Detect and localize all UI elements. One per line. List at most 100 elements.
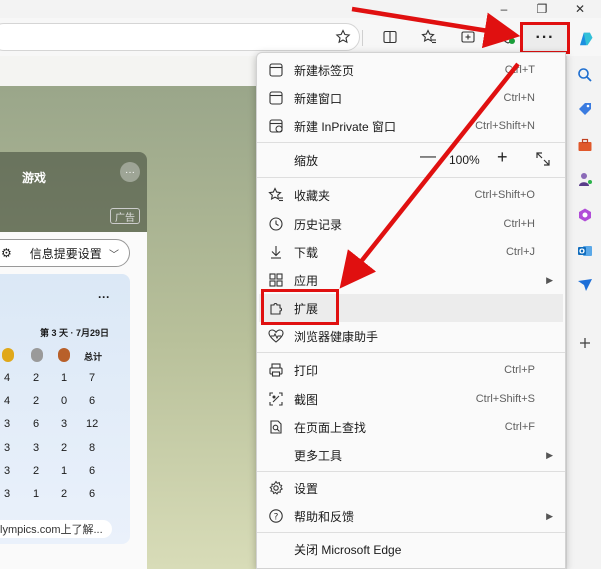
- menu-item-history[interactable]: 历史记录 Ctrl+H: [259, 210, 563, 238]
- medal-row: 4 2 1 7: [0, 372, 120, 390]
- more-tools-label: 更多工具: [294, 448, 343, 463]
- medal-card-more-button[interactable]: ···: [98, 290, 110, 304]
- total-count: 8: [89, 442, 96, 454]
- new-inprivate-shortcut: Ctrl+Shift+N: [475, 120, 535, 132]
- medal-row: 3 6 3 12: [0, 418, 120, 436]
- settings-label: 设置: [294, 481, 319, 496]
- screenshot-icon: [268, 391, 284, 407]
- history-shortcut: Ctrl+H: [503, 218, 535, 230]
- settings-icon: ⚙: [1, 246, 12, 260]
- zoom-in-button[interactable]: +: [497, 147, 508, 168]
- games-icon[interactable]: [576, 170, 594, 188]
- menu-item-help-feedback[interactable]: ? 帮助和反馈 ▶: [259, 502, 563, 530]
- screenshot-label: 截图: [294, 392, 319, 407]
- medal-row: 4 2 0 6: [0, 395, 120, 413]
- silver-medal-icon: [31, 348, 43, 362]
- help-label: 帮助和反馈: [294, 509, 355, 524]
- browser-essentials-icon[interactable]: [496, 26, 520, 48]
- close-edge-label: 关闭 Microsoft Edge: [294, 542, 402, 557]
- chevron-down-icon: ﹀: [109, 250, 119, 261]
- menu-item-new-window[interactable]: 新建窗口 Ctrl+N: [259, 84, 563, 112]
- menu-item-new-inprivate[interactable]: 新建 InPrivate 窗口 Ctrl+Shift+N: [259, 112, 563, 140]
- feed-settings-button[interactable]: ⚙ 信息提要设置 ﹀: [0, 239, 130, 267]
- title-bar: – ❐ ✕: [0, 0, 601, 18]
- menu-item-find-on-page[interactable]: 在页面上查找 Ctrl+F: [259, 413, 563, 441]
- silver-count: 3: [33, 442, 40, 454]
- menu-separator: [257, 177, 565, 178]
- add-sidebar-app-icon[interactable]: [576, 334, 594, 352]
- chevron-right-icon: ▶: [546, 274, 553, 285]
- bronze-count: 1: [61, 372, 68, 384]
- menu-item-browser-essentials[interactable]: 浏览器健康助手: [259, 322, 563, 350]
- zoom-out-button[interactable]: —: [420, 148, 436, 166]
- address-bar[interactable]: [0, 23, 360, 51]
- gold-medal-icon: [2, 348, 14, 362]
- menu-separator: [257, 471, 565, 472]
- restore-button[interactable]: ❐: [528, 0, 556, 18]
- favorite-star-icon[interactable]: [331, 26, 355, 48]
- apps-label: 应用: [294, 273, 319, 288]
- drop-icon[interactable]: [576, 276, 594, 294]
- microsoft-365-icon[interactable]: [576, 206, 594, 224]
- menu-item-close-edge[interactable]: 关闭 Microsoft Edge: [259, 535, 563, 563]
- browser-essentials-label: 浏览器健康助手: [294, 329, 379, 344]
- bronze-count: 0: [61, 395, 68, 407]
- ad-badge: 广告: [110, 208, 140, 224]
- menu-item-downloads[interactable]: 下载 Ctrl+J: [259, 238, 563, 266]
- favorites-icon[interactable]: [417, 26, 441, 48]
- bronze-medal-icon: [58, 348, 70, 362]
- games-card-more-button[interactable]: ···: [120, 162, 140, 182]
- print-label: 打印: [294, 363, 319, 378]
- total-count: 6: [89, 488, 96, 500]
- new-window-label: 新建窗口: [294, 91, 343, 106]
- favorites-label: 收藏夹: [294, 188, 331, 203]
- new-inprivate-label: 新建 InPrivate 窗口: [294, 119, 397, 134]
- menu-item-settings[interactable]: 设置: [259, 474, 563, 502]
- gold-count: 3: [4, 488, 11, 500]
- medal-total-header: 总计: [84, 352, 103, 362]
- olympics-link[interactable]: lympics.com上了解...: [0, 520, 112, 538]
- svg-text:?: ?: [274, 512, 279, 522]
- medal-row: 3 3 2 8: [0, 442, 120, 460]
- menu-item-favorites[interactable]: 收藏夹 Ctrl+Shift+O: [259, 181, 563, 209]
- bronze-count: 3: [61, 418, 68, 430]
- favorites-shortcut: Ctrl+Shift+O: [474, 189, 535, 201]
- toolbar: [0, 18, 601, 56]
- shopping-tag-icon[interactable]: [576, 100, 594, 118]
- new-tab-icon: [268, 62, 284, 78]
- minimize-button[interactable]: –: [490, 0, 518, 18]
- split-screen-icon[interactable]: [378, 26, 402, 48]
- printer-icon: [268, 362, 284, 378]
- print-shortcut: Ctrl+P: [504, 364, 535, 376]
- gold-count: 3: [4, 465, 11, 477]
- settings-and-more-button[interactable]: ···: [520, 22, 570, 54]
- menu-item-print[interactable]: 打印 Ctrl+P: [259, 356, 563, 384]
- right-sidebar: O: [566, 32, 601, 569]
- menu-item-more-tools[interactable]: 更多工具 ▶: [259, 441, 563, 469]
- total-count: 7: [89, 372, 96, 384]
- close-button[interactable]: ✕: [566, 0, 594, 18]
- bronze-count: 1: [61, 465, 68, 477]
- downloads-label: 下载: [294, 245, 319, 260]
- silver-count: 6: [33, 418, 40, 430]
- favorites-icon: [268, 187, 284, 203]
- games-card-title: 游戏: [22, 171, 47, 185]
- menu-item-new-tab[interactable]: 新建标签页 Ctrl+T: [259, 56, 563, 84]
- fullscreen-icon[interactable]: [535, 151, 551, 167]
- chevron-right-icon: ▶: [546, 510, 553, 521]
- silver-count: 1: [33, 488, 40, 500]
- silver-count: 2: [33, 372, 40, 384]
- search-icon[interactable]: [576, 66, 594, 84]
- collections-icon[interactable]: [456, 26, 480, 48]
- outlook-icon[interactable]: O: [576, 242, 594, 260]
- help-icon: ?: [268, 508, 284, 524]
- heart-pulse-icon: [268, 328, 284, 344]
- toolbar-separator: [362, 30, 363, 46]
- find-shortcut: Ctrl+F: [504, 421, 535, 433]
- copilot-icon[interactable]: [574, 28, 596, 50]
- menu-item-screenshot[interactable]: 截图 Ctrl+Shift+S: [259, 385, 563, 413]
- bronze-count: 2: [61, 442, 68, 454]
- tools-icon[interactable]: [576, 136, 594, 154]
- menu-item-zoom: 缩放: [259, 146, 563, 174]
- medal-day-label: 第 3 天 · 7月29日: [40, 328, 110, 338]
